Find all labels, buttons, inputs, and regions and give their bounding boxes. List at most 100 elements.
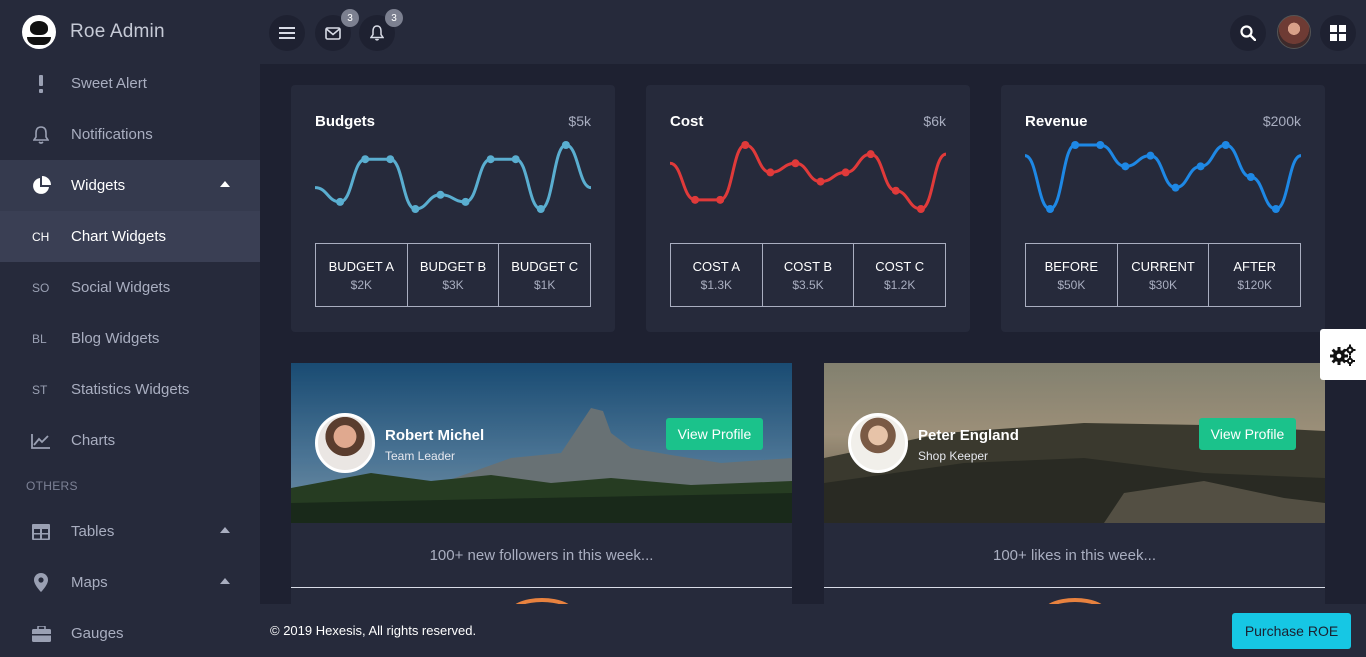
sidebar-subitem-label: Chart Widgets — [71, 228, 167, 245]
view-profile-button[interactable]: View Profile — [1199, 418, 1296, 450]
data-point[interactable] — [866, 150, 875, 159]
sidebar-subitem-blog-widgets[interactable]: BL Blog Widgets — [0, 313, 260, 364]
sidebar-item-label: Tables — [71, 523, 115, 540]
data-point[interactable] — [741, 141, 750, 149]
data-point[interactable] — [486, 155, 495, 164]
data-point[interactable] — [791, 159, 800, 168]
sidebar-subitem-chart-widgets[interactable]: CH Chart Widgets — [0, 211, 260, 262]
settings-panel-button[interactable] — [1320, 329, 1366, 380]
sidebar-subitem-label: Blog Widgets — [71, 330, 160, 347]
sidebar-item-label: Sweet Alert — [71, 75, 147, 92]
data-point[interactable] — [1096, 141, 1105, 149]
brand-name: Roe Admin — [70, 21, 165, 42]
data-point[interactable] — [916, 205, 925, 213]
sidebar-item-widgets[interactable]: Widgets — [0, 160, 260, 211]
card-title: Revenue — [1025, 113, 1088, 130]
view-profile-button[interactable]: View Profile — [666, 418, 763, 450]
stat-value: $3.5K — [792, 277, 824, 292]
data-point[interactable] — [1271, 205, 1280, 213]
card-amount: $6k — [923, 113, 946, 129]
sidebar-item-tables[interactable]: Tables — [0, 506, 260, 557]
sidebar: Roe Admin Sweet Alert Notifications Widg… — [0, 0, 260, 657]
data-point[interactable] — [716, 195, 725, 204]
data-point[interactable] — [691, 195, 700, 204]
data-point[interactable] — [561, 141, 570, 149]
search-button[interactable] — [1230, 15, 1266, 51]
copyright-text: © 2019 Hexesis, All rights reserved. — [270, 623, 477, 638]
apps-button[interactable] — [1320, 15, 1356, 51]
data-point[interactable] — [1146, 151, 1155, 160]
stat-label: COST B — [783, 258, 833, 274]
stat-cell: BEFORE $50K — [1026, 244, 1118, 306]
data-point[interactable] — [436, 190, 445, 199]
series-line — [1025, 143, 1301, 211]
stat-cell: COST A $1.3K — [671, 244, 763, 306]
data-point[interactable] — [1121, 162, 1130, 171]
line-chart-icon — [30, 433, 52, 449]
table-icon — [30, 523, 52, 540]
stat-cell: COST B $3.5K — [763, 244, 855, 306]
data-point[interactable] — [536, 205, 545, 213]
sidebar-item-charts[interactable]: Charts — [0, 415, 260, 466]
sidebar-item-maps[interactable]: Maps — [0, 557, 260, 608]
mail-badge: 3 — [341, 9, 359, 27]
profile-note: 100+ new followers in this week... — [429, 546, 654, 564]
sidebar-nav: Sweet Alert Notifications Widgets CH Cha… — [0, 58, 260, 657]
profile-role: Team Leader — [385, 449, 456, 463]
sidebar-subitem-label: Social Widgets — [71, 279, 171, 296]
sidebar-subitem-abbr: CH — [32, 229, 50, 244]
sidebar-item-label: Notifications — [71, 126, 153, 143]
data-point[interactable] — [1246, 173, 1255, 181]
profile-role: Shop Keeper — [918, 449, 989, 463]
revenue-sparkline — [1025, 141, 1301, 213]
sidebar-item-sweet-alert[interactable]: Sweet Alert — [0, 58, 260, 109]
topbar: 3 3 — [260, 0, 1366, 64]
data-point[interactable] — [891, 186, 900, 195]
notifications-button[interactable]: 3 — [359, 9, 403, 51]
stat-cell: BUDGET A $2K — [316, 244, 408, 306]
budgets-sparkline — [315, 141, 591, 213]
stat-value: $2K — [350, 277, 373, 292]
exclamation-icon — [30, 74, 52, 93]
data-point[interactable] — [766, 168, 775, 177]
data-point[interactable] — [386, 155, 395, 164]
data-point[interactable] — [1221, 141, 1230, 149]
sidebar-subitem-statistics-widgets[interactable]: ST Statistics Widgets — [0, 364, 260, 415]
data-point[interactable] — [461, 197, 470, 206]
mail-button[interactable]: 3 — [315, 9, 359, 51]
sidebar-subitem-social-widgets[interactable]: SO Social Widgets — [0, 262, 260, 313]
series-line — [315, 143, 591, 211]
card-title: Cost — [670, 113, 704, 130]
stat-cell: BUDGET C $1K — [499, 244, 590, 306]
sidebar-item-notifications[interactable]: Notifications — [0, 109, 260, 160]
data-point[interactable] — [361, 155, 370, 164]
data-point[interactable] — [841, 168, 850, 177]
sidebar-item-label: Maps — [71, 574, 108, 591]
stat-cell: CURRENT $30K — [1118, 244, 1210, 306]
revenue-card: Revenue $200k BEFORE $50K CURRENT $30K AFT… — [1001, 85, 1325, 332]
user-avatar[interactable] — [1277, 15, 1311, 49]
data-point[interactable] — [816, 177, 825, 186]
purchase-button[interactable]: Purchase ROE — [1232, 613, 1351, 649]
data-point[interactable] — [1196, 162, 1205, 171]
brand[interactable]: Roe Admin — [0, 0, 260, 64]
data-point[interactable] — [1171, 183, 1180, 192]
stat-label: COST C — [875, 258, 925, 274]
sidebar-item-gauges[interactable]: Gauges — [0, 608, 260, 657]
cost-sparkline — [670, 141, 946, 213]
sidebar-subitem-label: Statistics Widgets — [71, 381, 190, 398]
data-point[interactable] — [411, 205, 420, 213]
divider — [291, 587, 792, 588]
data-point[interactable] — [336, 197, 345, 206]
profile-name: Robert Michel — [385, 427, 485, 444]
data-point[interactable] — [1046, 205, 1055, 213]
pie-chart-icon — [30, 175, 52, 196]
stat-cell: BUDGET B $3K — [408, 244, 500, 306]
data-point[interactable] — [1071, 141, 1080, 149]
stat-label: BEFORE — [1044, 258, 1099, 274]
stat-label: BUDGET B — [419, 258, 487, 274]
notifications-badge: 3 — [385, 9, 403, 27]
data-point[interactable] — [511, 155, 520, 164]
menu-toggle-button[interactable] — [269, 15, 305, 51]
sidebar-subitem-abbr: SO — [32, 280, 50, 295]
